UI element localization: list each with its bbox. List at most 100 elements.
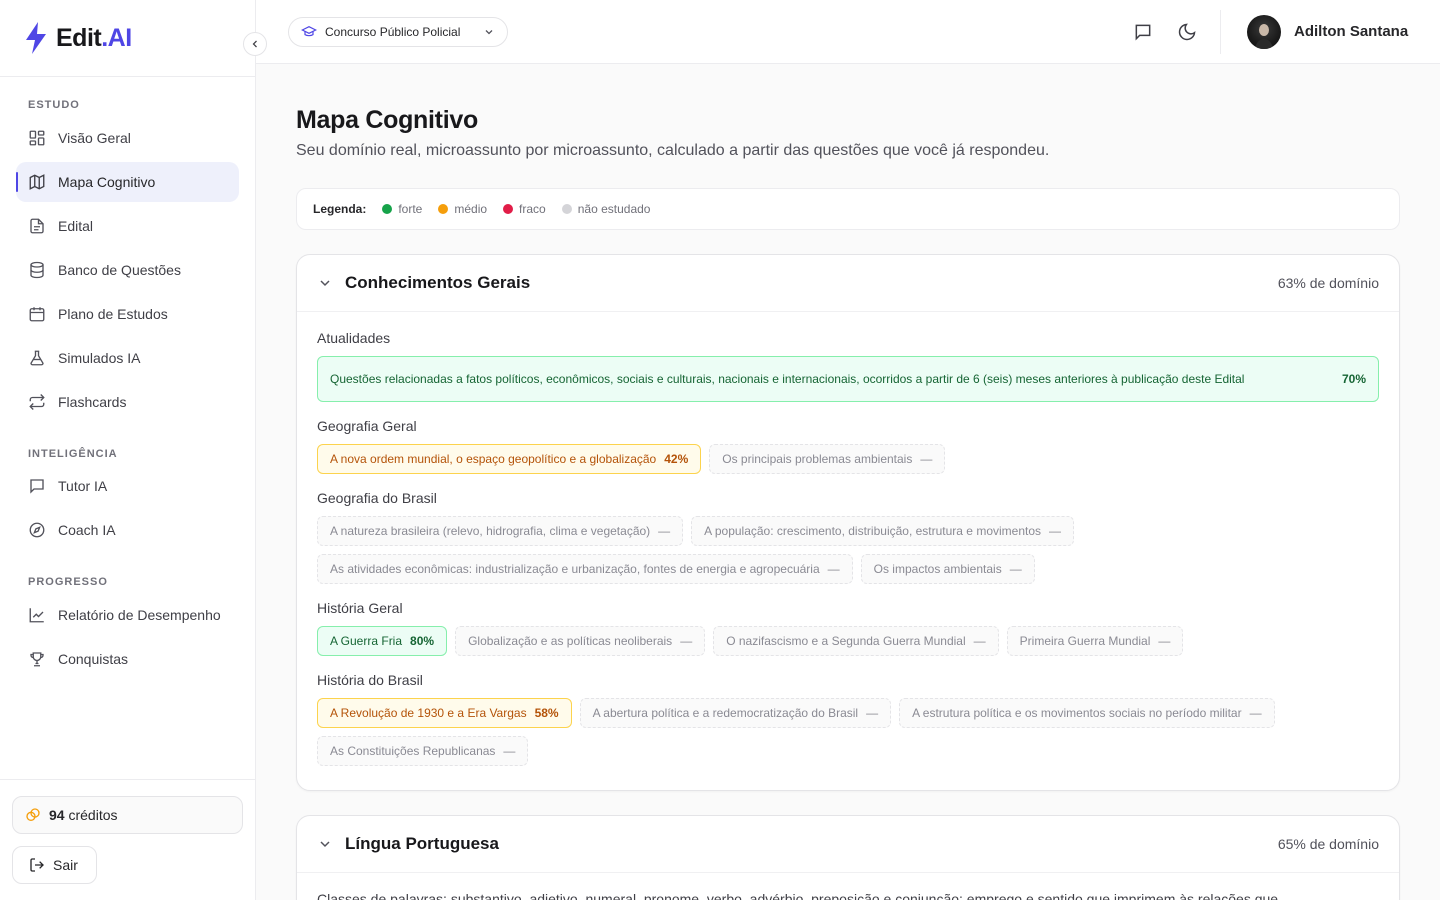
document-icon xyxy=(30,218,44,234)
page-subtitle: Seu domínio real, microassunto por micro… xyxy=(296,142,1050,159)
sidebar-item-visao-geral[interactable]: Visão Geral xyxy=(16,118,239,158)
legend-dot xyxy=(382,204,393,214)
logout-icon xyxy=(30,858,44,872)
sidebar-item-label: Coach IA xyxy=(58,522,116,538)
microtopic-chip[interactable]: A Revolução de 1930 e a Era Vargas 58% xyxy=(317,698,572,728)
microtopic-chip[interactable]: O nazifascismo e a Segunda Guerra Mundia… xyxy=(713,626,999,656)
subject-card: Língua Portuguesa 65% de domínio Classes… xyxy=(296,815,1400,900)
sidebar-item-plano-estudos[interactable]: Plano de Estudos xyxy=(16,294,239,334)
credits-label: créditos xyxy=(68,807,118,823)
legend: Legenda: forte médio fraco não estudado xyxy=(296,188,1400,230)
nav-section-progresso: PROGRESSO xyxy=(28,576,108,588)
theme-toggle-button[interactable] xyxy=(1175,20,1199,44)
trophy-icon xyxy=(30,652,44,667)
collapse-sidebar-button[interactable] xyxy=(243,32,267,56)
sidebar-item-label: Relatório de Desempenho xyxy=(58,607,221,623)
microtopic-list: A Revolução de 1930 e a Era Vargas 58% A … xyxy=(317,698,1379,766)
subject-card-header[interactable]: Conhecimentos Gerais 63% de domínio xyxy=(297,255,1399,312)
microtopic-chip[interactable]: Globalização e as políticas neoliberais — xyxy=(455,626,706,656)
topic-title: Geografia Geral xyxy=(317,418,417,434)
topic-title: História do Brasil xyxy=(317,672,423,688)
legend-item-nao-estudado: não estudado xyxy=(561,202,650,216)
feedback-button[interactable] xyxy=(1131,20,1155,44)
avatar[interactable] xyxy=(1247,15,1281,49)
microtopic-chip[interactable]: Os principais problemas ambientais — xyxy=(709,444,946,474)
sidebar-item-conquistas[interactable]: Conquistas xyxy=(16,639,239,679)
user-name[interactable]: Adilton Santana xyxy=(1294,23,1408,40)
sidebar-item-edital[interactable]: Edital xyxy=(16,206,239,246)
subject-domain: 65% de domínio xyxy=(1277,836,1379,852)
sidebar-item-tutor-ia[interactable]: Tutor IA xyxy=(16,466,239,506)
nav-section-estudo: ESTUDO xyxy=(28,99,80,111)
sidebar-item-simulados-ia[interactable]: Simulados IA xyxy=(16,338,239,378)
microtopic-chip[interactable]: A abertura política e a redemocratização… xyxy=(579,698,892,728)
microtopic-list: A natureza brasileira (relevo, hidrograf… xyxy=(317,516,1379,584)
sidebar-item-flashcards[interactable]: Flashcards xyxy=(16,382,239,422)
course-selector[interactable]: Concurso Público Policial xyxy=(288,17,508,47)
map-icon xyxy=(29,174,45,190)
database-icon xyxy=(30,261,44,279)
compass-icon xyxy=(29,522,45,538)
microtopic-chip[interactable]: As atividades econômicas: industrializaç… xyxy=(317,554,853,584)
message-icon xyxy=(30,479,44,494)
sidebar-item-label: Tutor IA xyxy=(58,478,108,494)
brand-name: Edit.AI xyxy=(56,23,132,52)
microtopic-chip[interactable]: A estrutura política e os movimentos soc… xyxy=(899,698,1275,728)
graduation-cap-icon xyxy=(301,25,317,37)
logout-label: Sair xyxy=(53,857,78,873)
chevron-left-icon xyxy=(252,40,257,48)
sidebar-item-label: Mapa Cognitivo xyxy=(58,174,156,190)
chart-line-icon xyxy=(29,608,44,623)
chevron-down-icon xyxy=(320,841,330,848)
brand-logo[interactable]: Edit.AI xyxy=(0,0,255,77)
subject-title: Conhecimentos Gerais xyxy=(345,273,531,292)
credits-badge[interactable]: 94 créditos xyxy=(12,796,243,834)
sidebar-item-banco-questoes[interactable]: Banco de Questões xyxy=(16,250,239,290)
topic-title: História Geral xyxy=(317,600,403,616)
avatar-portrait-icon xyxy=(1255,24,1273,49)
topic-title: Atualidades xyxy=(317,330,391,346)
sidebar-item-label: Plano de Estudos xyxy=(58,306,168,322)
page-title: Mapa Cognitivo xyxy=(296,106,478,134)
message-square-icon xyxy=(1135,24,1151,41)
topic-title: Classes de palavras: substantivo, adjeti… xyxy=(317,891,1279,900)
bolt-icon xyxy=(26,22,46,54)
subject-card-header[interactable]: Língua Portuguesa 65% de domínio xyxy=(297,816,1399,873)
sidebar-item-label: Conquistas xyxy=(58,651,129,667)
sidebar-item-coach-ia[interactable]: Coach IA xyxy=(16,510,239,550)
sidebar-item-label: Banco de Questões xyxy=(58,262,181,278)
legend-item-medio: médio xyxy=(438,202,487,216)
layout-grid-icon xyxy=(29,130,45,146)
nav-section-inteligencia: INTELIGÊNCIA xyxy=(28,448,118,460)
microtopic-list: A Guerra Fria 80% Globalização e as polít… xyxy=(317,626,1379,656)
legend-label: Legenda: xyxy=(313,202,367,216)
topbar: Concurso Público Policial Adilton Santan… xyxy=(256,0,1440,64)
microtopic-chip[interactable]: A natureza brasileira (relevo, hidrograf… xyxy=(317,516,684,546)
legend-dot xyxy=(438,204,449,214)
course-selector-value: Concurso Público Policial xyxy=(325,25,461,39)
legend-item-fraco: fraco xyxy=(503,202,546,216)
microtopic-chip[interactable]: Os impactos ambientais — xyxy=(860,554,1035,584)
header-divider xyxy=(1220,10,1221,54)
sidebar-item-relatorio[interactable]: Relatório de Desempenho xyxy=(16,595,239,635)
microtopic-chip[interactable]: A população: crescimento, distribuição, … xyxy=(691,516,1075,546)
legend-dot xyxy=(561,204,572,214)
flask-icon xyxy=(30,350,44,366)
credits-value: 94 xyxy=(49,807,65,823)
subject-card: Conhecimentos Gerais 63% de domínio Atua… xyxy=(296,254,1400,791)
microtopic-chip[interactable]: Questões relacionadas a fatos políticos,… xyxy=(317,356,1379,402)
repeat-icon xyxy=(29,394,45,410)
subject-domain: 63% de domínio xyxy=(1277,275,1379,291)
microtopic-chip[interactable]: A nova ordem mundial, o espaço geopolíti… xyxy=(317,444,702,474)
chevron-down-icon xyxy=(485,30,493,35)
microtopic-chip[interactable]: Primeira Guerra Mundial — xyxy=(1006,626,1184,656)
subject-title: Língua Portuguesa xyxy=(345,834,499,853)
subject-card-body: Atualidades Questões relacionadas a fato… xyxy=(297,312,1399,766)
legend-item-forte: forte xyxy=(382,202,422,216)
moon-icon xyxy=(1178,23,1196,41)
logout-button[interactable]: Sair xyxy=(12,846,97,884)
microtopic-chip[interactable]: As Constituições Republicanas — xyxy=(317,736,529,766)
sidebar-item-label: Flashcards xyxy=(58,394,127,410)
sidebar-item-mapa-cognitivo[interactable]: Mapa Cognitivo xyxy=(16,162,239,202)
microtopic-chip[interactable]: A Guerra Fria 80% xyxy=(317,626,448,656)
